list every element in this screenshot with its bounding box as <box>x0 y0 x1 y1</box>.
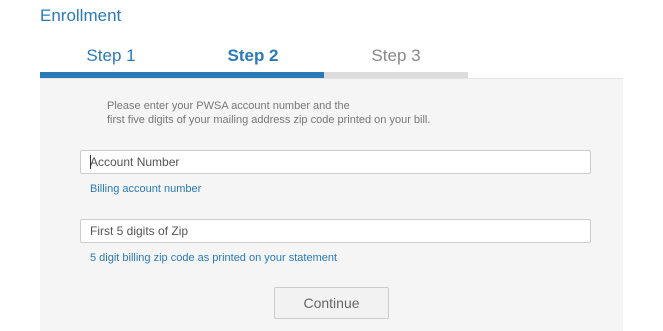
zip-code-hint: 5 digit billing zip code as printed on y… <box>90 252 338 264</box>
enrollment-page: Enrollment Step 1 Step 2 Step 3 Please e… <box>0 0 663 331</box>
instructions-line-2: first five digits of your mailing addres… <box>107 114 431 126</box>
step-1-tab[interactable]: Step 1 <box>40 44 182 78</box>
instructions-line-1: Please enter your PWSA account number an… <box>107 100 350 112</box>
step-tabs: Step 1 Step 2 Step 3 <box>40 44 468 78</box>
step-3-label: Step 3 <box>371 46 421 65</box>
step-1-label: Step 1 <box>86 46 136 65</box>
instructions-text: Please enter your PWSA account number an… <box>107 99 430 127</box>
page-title: Enrollment <box>40 6 122 25</box>
step-3-tab[interactable]: Step 3 <box>324 44 468 78</box>
account-number-input[interactable] <box>80 150 591 174</box>
enrollment-form-panel: Please enter your PWSA account number an… <box>40 78 623 331</box>
account-number-hint: Billing account number <box>90 183 202 195</box>
continue-button[interactable]: Continue <box>274 287 389 319</box>
zip-code-input[interactable] <box>80 219 591 243</box>
text-cursor <box>90 155 91 169</box>
step-2-label: Step 2 <box>227 46 279 65</box>
step-2-tab[interactable]: Step 2 <box>182 44 324 78</box>
